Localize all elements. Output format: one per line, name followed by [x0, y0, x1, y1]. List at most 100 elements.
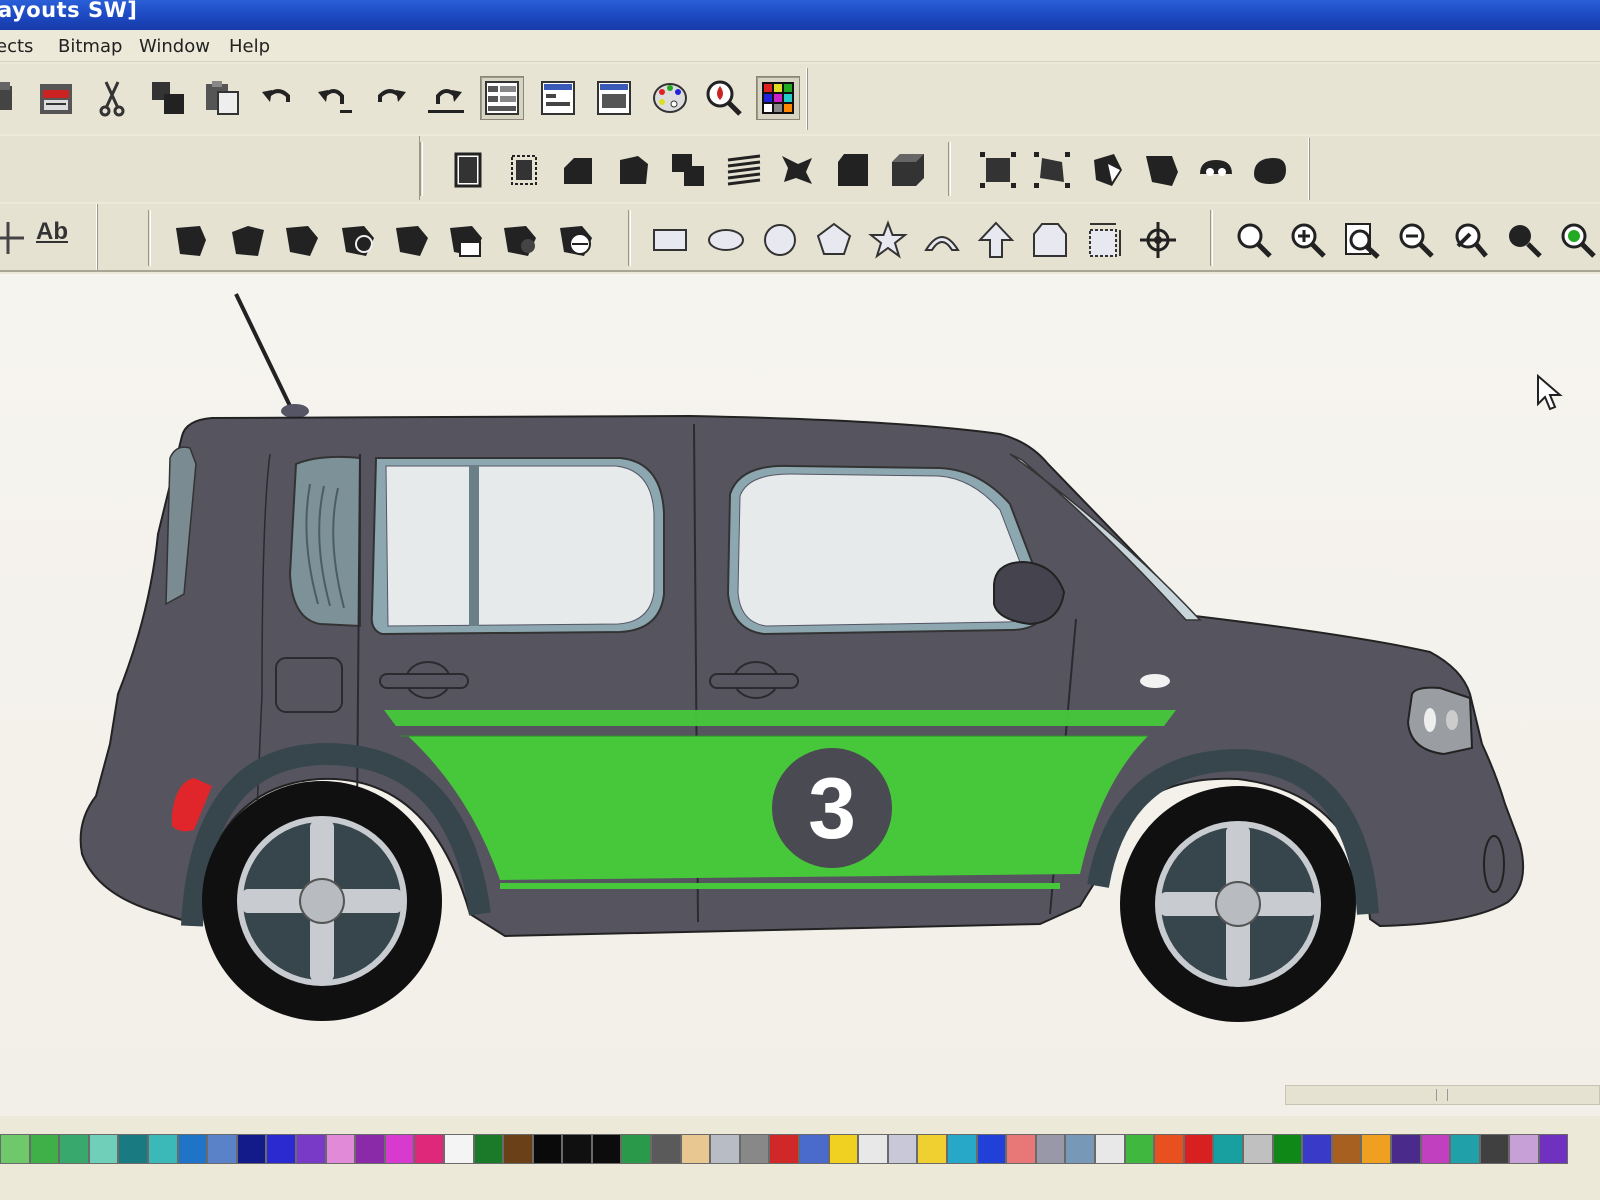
color-swatch[interactable] [1509, 1134, 1539, 1164]
color-swatch[interactable] [591, 1134, 622, 1164]
arc-tool-icon[interactable] [920, 218, 964, 262]
polygon-tool-icon[interactable] [812, 218, 856, 262]
color-swatch[interactable] [1420, 1134, 1451, 1164]
drawing-canvas[interactable]: 3 [0, 274, 1600, 1116]
color-swatch[interactable] [710, 1134, 740, 1164]
undo-icon[interactable] [256, 76, 300, 120]
color-swatch[interactable] [59, 1134, 89, 1164]
color-swatch[interactable] [1302, 1134, 1332, 1164]
color-swatch[interactable] [976, 1134, 1007, 1164]
color-swatch[interactable] [828, 1134, 859, 1164]
color-swatch[interactable] [473, 1134, 504, 1164]
color-swatch[interactable] [1361, 1134, 1391, 1164]
rounded-shape-icon[interactable] [832, 148, 876, 192]
paste-icon[interactable] [200, 76, 244, 120]
zoom-selected-icon[interactable] [1502, 218, 1546, 262]
color-swatch[interactable] [680, 1134, 711, 1164]
color-swatch[interactable] [1538, 1134, 1569, 1164]
color-swatch[interactable] [917, 1134, 947, 1164]
copy-icon[interactable] [146, 76, 190, 120]
star-tool-icon[interactable] [866, 218, 910, 262]
node-edit-icon[interactable] [170, 218, 214, 262]
color-swatch[interactable] [118, 1134, 148, 1164]
color-swatch[interactable] [1124, 1134, 1155, 1164]
color-swatch[interactable] [414, 1134, 444, 1164]
output-setup-icon[interactable] [592, 76, 636, 120]
car-wrap-design[interactable]: 3 [0, 274, 1600, 1116]
node-smooth-icon[interactable] [444, 218, 488, 262]
color-swatch[interactable] [1154, 1134, 1184, 1164]
hatch-fill-icon[interactable] [722, 148, 766, 192]
color-swatch[interactable] [207, 1134, 237, 1164]
weld-icon[interactable] [1086, 148, 1130, 192]
color-swatch[interactable] [769, 1134, 800, 1164]
rectangle-tool-icon[interactable] [648, 218, 692, 262]
color-swatch[interactable] [1479, 1134, 1510, 1164]
trim-icon[interactable] [1140, 148, 1184, 192]
circle-tool-icon[interactable] [758, 218, 802, 262]
color-swatch[interactable] [0, 1134, 30, 1164]
zoom-color-icon[interactable] [1556, 218, 1600, 262]
color-swatch[interactable] [147, 1134, 178, 1164]
window-titlebar[interactable]: ayouts SW] [0, 0, 1600, 30]
color-swatch[interactable] [739, 1134, 770, 1164]
zoom-in-icon[interactable] [1286, 218, 1330, 262]
target-tool-icon[interactable] [1136, 218, 1180, 262]
color-swatch[interactable] [1272, 1134, 1303, 1164]
ellipse-tool-icon[interactable] [704, 218, 748, 262]
contour-icon[interactable] [1194, 148, 1238, 192]
select-dashed-icon[interactable] [502, 148, 546, 192]
undo-list-icon[interactable] [312, 76, 356, 120]
color-swatch[interactable] [503, 1134, 533, 1164]
distort-icon[interactable] [776, 148, 820, 192]
color-swatch[interactable] [355, 1134, 385, 1164]
color-swatch[interactable] [799, 1134, 829, 1164]
color-swatch[interactable] [532, 1134, 563, 1164]
color-swatch[interactable] [384, 1134, 415, 1164]
object-list-icon[interactable] [480, 76, 524, 120]
color-swatch[interactable] [1094, 1134, 1125, 1164]
frame-tool-icon[interactable] [1028, 218, 1072, 262]
color-swatch[interactable] [177, 1134, 208, 1164]
color-swatch[interactable] [858, 1134, 888, 1164]
shape-icon[interactable] [612, 148, 656, 192]
menu-bitmap[interactable]: Bitmap [58, 36, 122, 57]
zoom-all-icon[interactable] [1448, 218, 1492, 262]
color-separations-icon[interactable] [756, 76, 800, 120]
color-inspect-icon[interactable] [702, 76, 746, 120]
color-swatch[interactable] [1390, 1134, 1421, 1164]
node-symmetric-icon[interactable] [498, 218, 542, 262]
menu-effects[interactable]: ects [0, 36, 33, 57]
color-swatch[interactable] [1331, 1134, 1362, 1164]
color-swatch[interactable] [236, 1134, 267, 1164]
color-swatch[interactable] [887, 1134, 918, 1164]
transform-icon[interactable] [976, 148, 1020, 192]
menu-window[interactable]: Window [139, 36, 210, 57]
color-swatch[interactable] [1213, 1134, 1243, 1164]
color-swatch[interactable] [29, 1134, 60, 1164]
text-tool-label[interactable]: Ab [36, 218, 68, 246]
combine-icon[interactable] [666, 148, 710, 192]
color-swatch[interactable] [562, 1134, 592, 1164]
color-swatch[interactable] [1183, 1134, 1214, 1164]
color-swatch[interactable] [88, 1134, 119, 1164]
color-swatch[interactable] [325, 1134, 356, 1164]
rotate-skew-icon[interactable] [1030, 148, 1074, 192]
print-icon[interactable] [0, 76, 30, 120]
node-join-icon[interactable] [390, 218, 434, 262]
color-swatch[interactable] [1242, 1134, 1273, 1164]
menu-help[interactable]: Help [229, 36, 270, 57]
select-object-icon[interactable] [446, 148, 490, 192]
properties-icon[interactable] [536, 76, 580, 120]
extrude-icon[interactable] [886, 148, 930, 192]
node-add-icon[interactable] [226, 218, 270, 262]
color-palette-icon[interactable] [648, 76, 692, 120]
node-cusp-icon[interactable] [554, 218, 598, 262]
color-swatch[interactable] [1065, 1134, 1095, 1164]
zoom-page-icon[interactable] [1340, 218, 1384, 262]
color-swatch[interactable] [621, 1134, 652, 1164]
color-swatch[interactable] [266, 1134, 296, 1164]
color-swatch[interactable] [295, 1134, 326, 1164]
color-swatch[interactable] [1035, 1134, 1066, 1164]
horizontal-scrollbar[interactable] [1285, 1085, 1600, 1105]
